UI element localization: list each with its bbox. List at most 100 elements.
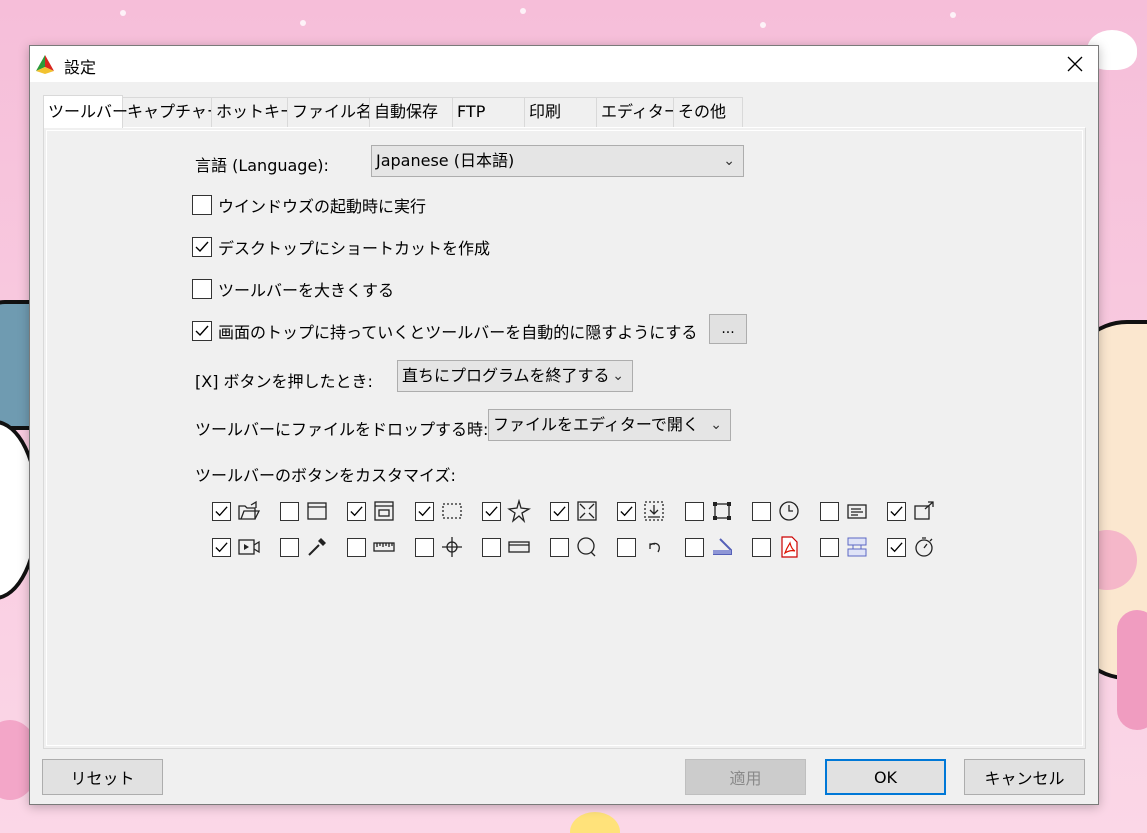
checkbox[interactable] (482, 501, 501, 521)
toolbar-button-option[interactable] (752, 535, 820, 559)
checkbox[interactable] (752, 501, 771, 521)
checkbox[interactable] (192, 195, 212, 215)
magnifier-icon (575, 535, 599, 559)
option-desktop-shortcut[interactable]: デスクトップにショートカットを作成 (192, 235, 490, 259)
timer-icon (777, 499, 801, 523)
reset-button[interactable]: リセット (42, 759, 163, 795)
close-action-select[interactable]: 直ちにプログラムを終了する ⌄ (397, 360, 633, 392)
export-icon (912, 499, 936, 523)
close-button[interactable] (1052, 46, 1098, 82)
freehand-region-icon (507, 499, 531, 523)
tab-print[interactable]: 印刷 (524, 97, 597, 128)
auto-hide-settings-button[interactable]: ... (709, 314, 747, 344)
option-run-on-startup[interactable]: ウインドウズの起動時に実行 (192, 193, 426, 217)
checkbox[interactable] (819, 501, 839, 521)
wallpaper-decoration (1117, 610, 1147, 730)
checkbox[interactable] (279, 501, 299, 521)
toolbar-button-option[interactable] (617, 499, 685, 523)
open-folder-icon (237, 499, 261, 523)
toolbar-button-option[interactable] (887, 535, 955, 559)
drop-action-select[interactable]: ファイルをエディターで開く ⌄ (488, 409, 731, 441)
checkmark-icon (620, 505, 633, 516)
checkmark-icon (195, 241, 209, 253)
checkbox[interactable] (617, 537, 636, 557)
checkbox[interactable] (192, 321, 212, 341)
toolbar-settings-panel: 言語 (Language): Japanese (日本語) ⌄ ウインドウズの起… (43, 127, 1086, 749)
language-select[interactable]: Japanese (日本語) ⌄ (371, 145, 744, 177)
toolbar-button-option[interactable] (414, 535, 483, 559)
toolbar-button-option[interactable] (414, 499, 483, 523)
app-icon (34, 53, 56, 75)
tab-autosave[interactable]: 自動保存 (369, 97, 453, 128)
crosshair-icon (440, 535, 464, 559)
checkbox[interactable] (347, 501, 366, 521)
region-icon (440, 499, 464, 523)
toolbar-button-option[interactable] (819, 499, 888, 523)
checkbox[interactable] (212, 501, 231, 521)
checkbox[interactable] (212, 537, 231, 557)
tab-editor[interactable]: エディター (596, 97, 680, 128)
whiteboard-icon (507, 535, 531, 559)
checkbox[interactable] (617, 501, 636, 521)
checkbox[interactable] (752, 537, 771, 557)
checkbox[interactable] (887, 537, 906, 557)
checkbox[interactable] (819, 537, 839, 557)
toolbar-button-option[interactable] (279, 499, 348, 523)
tab-hotkey[interactable]: ホットキー (211, 97, 296, 128)
tab-ftp[interactable]: FTP (452, 97, 525, 128)
tab-other[interactable]: その他 (673, 97, 743, 128)
wallpaper-decoration (570, 812, 620, 833)
apply-button[interactable]: 適用 (685, 759, 806, 795)
tab-toolbar[interactable]: ツールバー (43, 95, 128, 128)
toolbar-button-option[interactable] (212, 499, 280, 523)
close-icon (1067, 56, 1083, 72)
ruler-icon (372, 535, 396, 559)
toolbar-button-option[interactable] (684, 499, 753, 523)
window-title: 設定 (64, 58, 97, 77)
toolbar-button-option[interactable] (212, 535, 280, 559)
checkbox[interactable] (482, 537, 501, 557)
title-bar[interactable]: 設定 (30, 46, 1098, 82)
text-capture-icon (845, 499, 869, 523)
checkbox[interactable] (414, 537, 434, 557)
checkbox[interactable] (549, 501, 569, 521)
toolbar-button-option[interactable] (347, 499, 415, 523)
combine-icon (845, 535, 869, 559)
toolbar-button-option[interactable] (347, 535, 415, 559)
checkbox[interactable] (192, 237, 212, 257)
option-large-toolbar[interactable]: ツールバーを大きくする (192, 277, 394, 301)
toolbar-button-option[interactable] (617, 535, 685, 559)
close-action-label: [X] ボタンを押したとき: (195, 372, 373, 391)
checkbox[interactable] (347, 537, 366, 557)
toolbar-button-option[interactable] (549, 499, 618, 523)
tab-capture[interactable]: キャプチャー (122, 97, 223, 128)
checkmark-icon (890, 541, 903, 552)
toolbar-button-option[interactable] (482, 535, 550, 559)
toolbar-button-option[interactable] (887, 499, 955, 523)
window-icon (305, 499, 329, 523)
toolbar-button-option[interactable] (752, 499, 820, 523)
cancel-button[interactable]: キャンセル (964, 759, 1085, 795)
undo-icon (642, 535, 666, 559)
option-auto-hide-toolbar[interactable]: 画面のトップに持っていくとツールバーを自動的に隠すようにする (192, 319, 697, 343)
checkbox[interactable] (887, 501, 906, 521)
toolbar-button-option[interactable] (482, 499, 550, 523)
toolbar-button-option[interactable] (549, 535, 618, 559)
ok-button[interactable]: OK (825, 759, 946, 795)
customize-label: ツールバーのボタンをカスタマイズ: (195, 466, 456, 485)
toolbar-button-option[interactable] (819, 535, 888, 559)
checkbox[interactable] (549, 537, 569, 557)
checkbox[interactable] (684, 537, 704, 557)
checkbox[interactable] (414, 501, 434, 521)
tab-filename[interactable]: ファイル名 (287, 97, 372, 128)
checkbox[interactable] (192, 279, 212, 299)
checkbox[interactable] (279, 537, 299, 557)
pdf-icon (777, 535, 801, 559)
tab-strip: ツールバー キャプチャー ホットキー ファイル名 自動保存 FTP 印刷 エディ… (43, 95, 743, 128)
checkmark-icon (195, 325, 209, 337)
language-label: 言語 (Language): (195, 156, 329, 175)
scrolling-capture-icon (642, 499, 666, 523)
toolbar-button-option[interactable] (279, 535, 348, 559)
checkbox[interactable] (684, 501, 704, 521)
toolbar-button-option[interactable] (684, 535, 753, 559)
